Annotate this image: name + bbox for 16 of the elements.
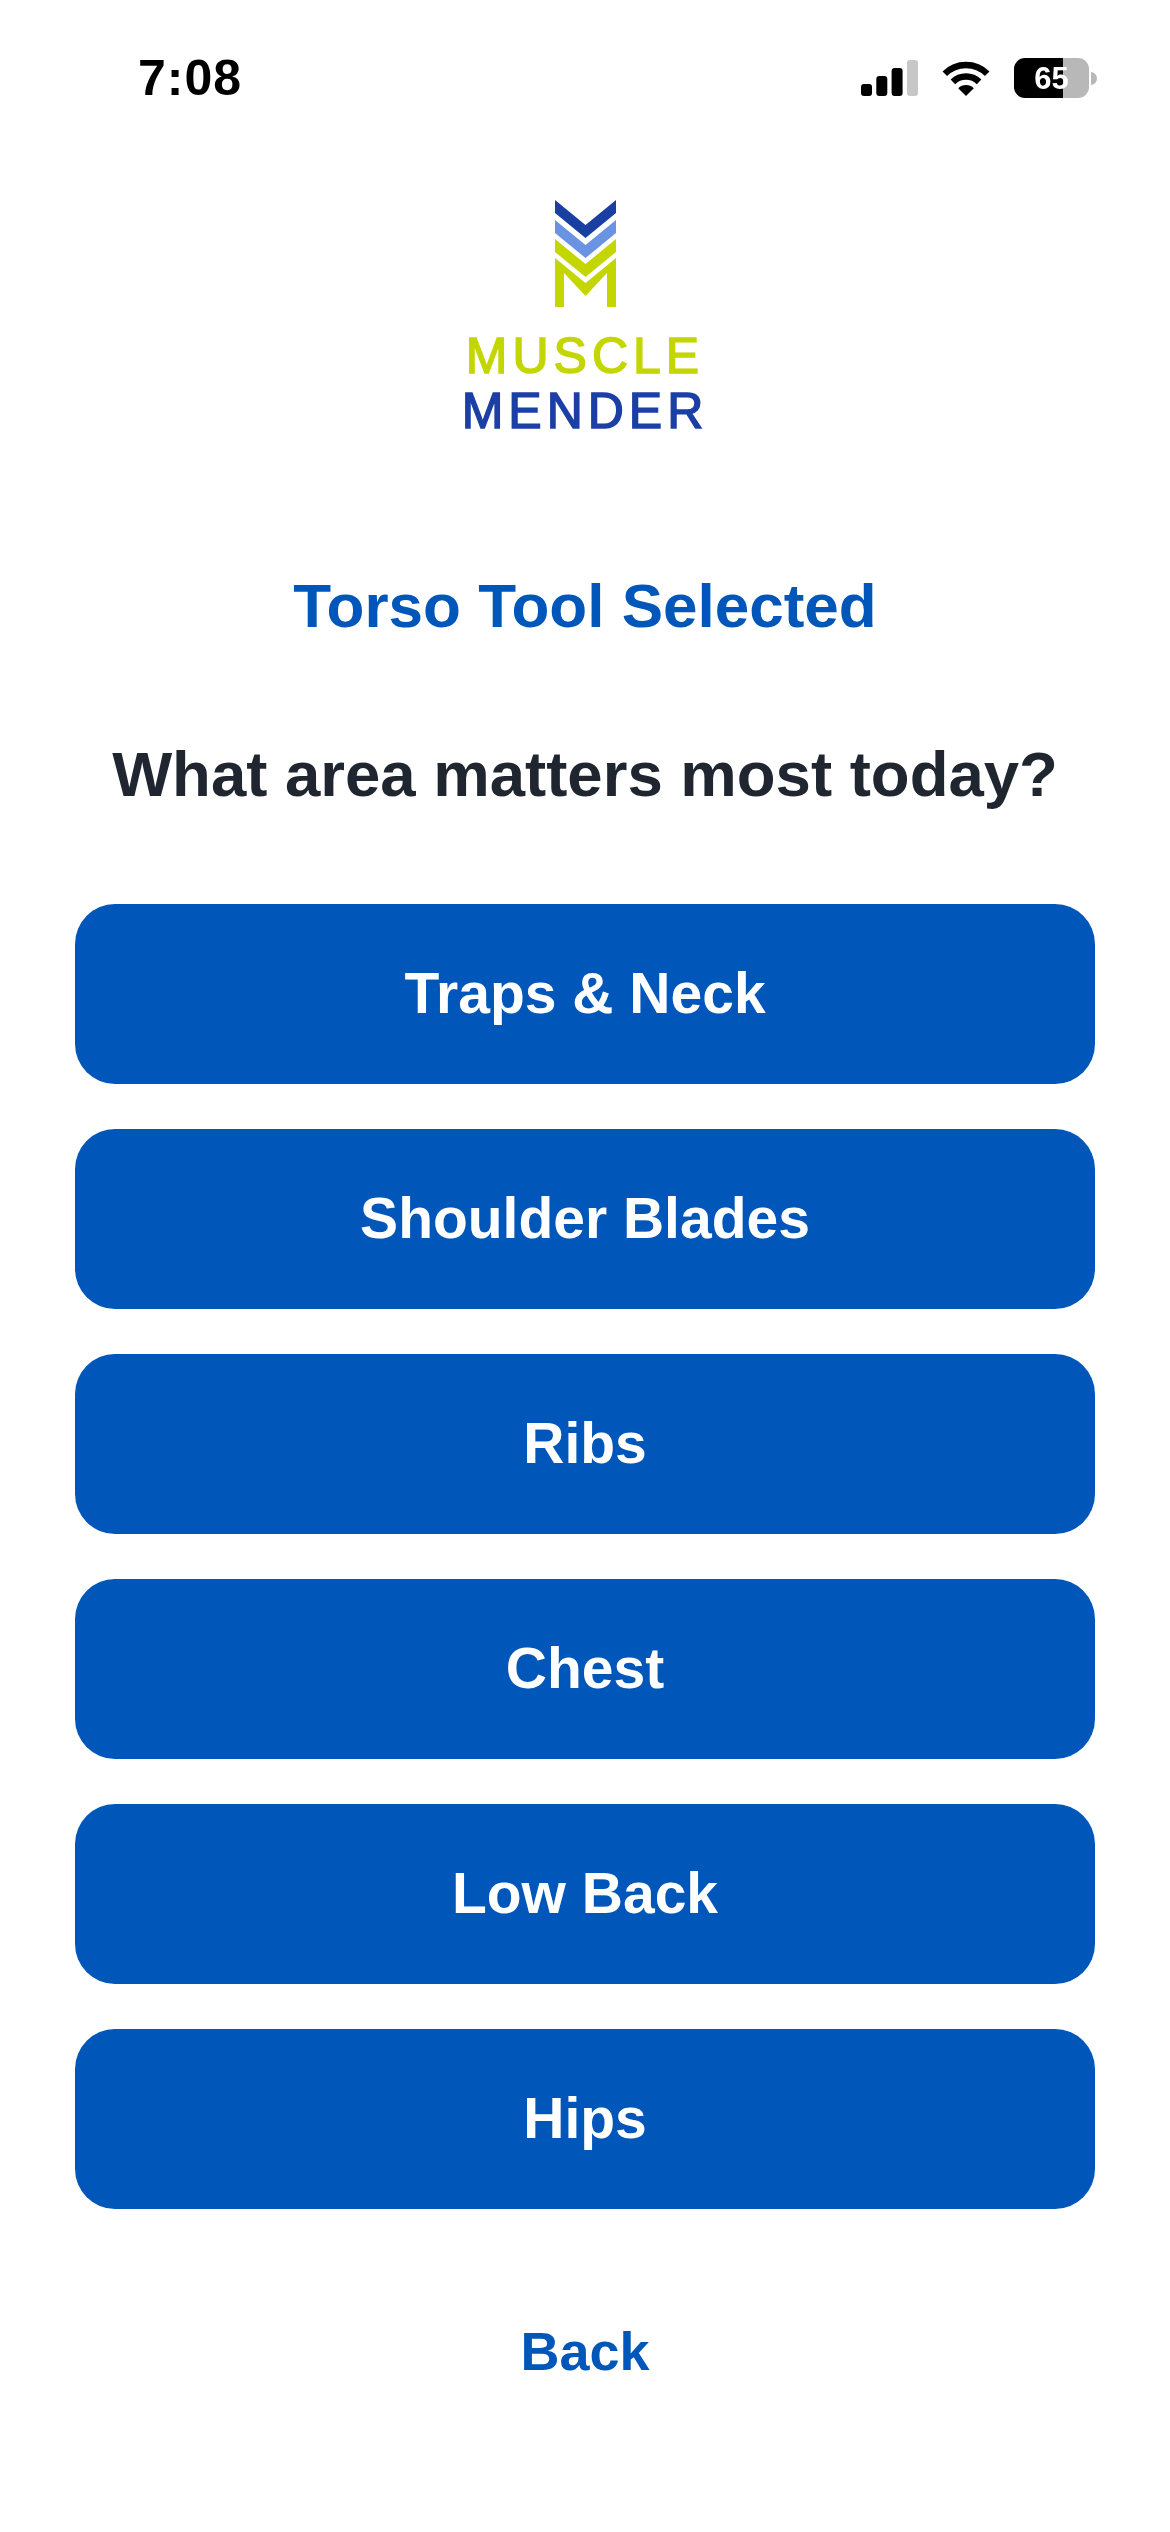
area-option-button[interactable]: Hips [75,2028,1095,2209]
logo-text: MUSCLE [465,331,705,381]
back-button[interactable]: Back [510,2310,660,2391]
area-option-button[interactable]: Ribs [75,1353,1095,1534]
area-option-button[interactable]: Chest [75,1578,1095,1759]
area-option-button[interactable]: Traps & Neck [75,903,1095,1084]
area-option-button[interactable]: Low Back [75,1803,1095,1984]
page-title: Torso Tool Selected [293,575,877,637]
logo-mark-icon [554,200,616,307]
area-option-button[interactable]: Shoulder Blades [75,1128,1095,1309]
question-heading: What area matters most today? [112,743,1058,807]
battery-cap-icon [1091,71,1097,85]
status-time: 7:08 [138,53,243,103]
wifi-icon [940,59,992,97]
signal-icon [861,60,918,96]
logo-text: MENDER [461,386,709,436]
